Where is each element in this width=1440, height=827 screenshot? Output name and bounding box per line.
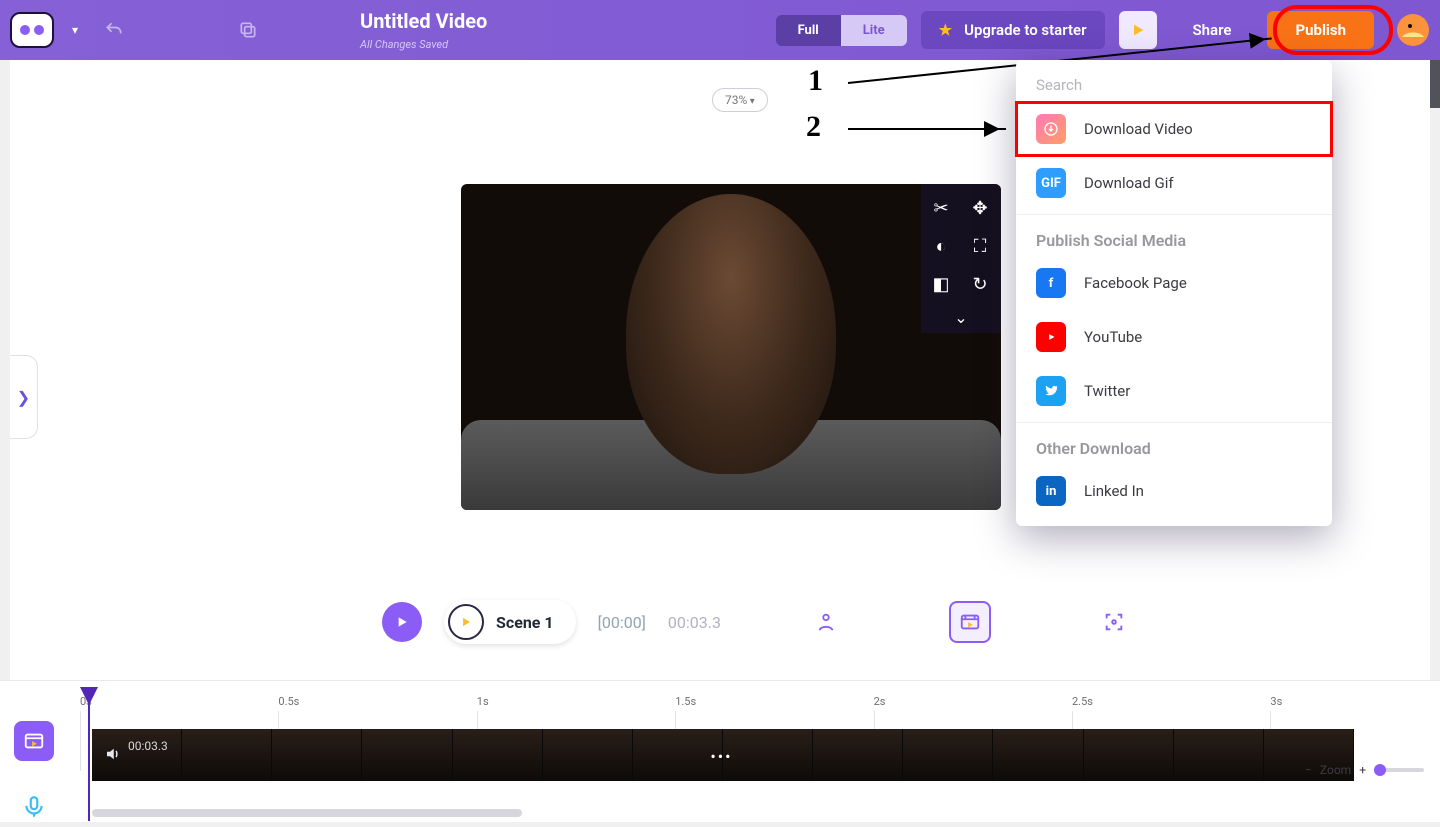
zoom-out[interactable]: − bbox=[1305, 763, 1312, 777]
download-icon bbox=[1036, 114, 1066, 144]
timeline: 0s 0.5s 1s 1.5s 2s 2.5s 3s 00:03.3 ••• −… bbox=[0, 680, 1440, 822]
menu-item-label: YouTube bbox=[1084, 328, 1142, 346]
section-social: Publish Social Media bbox=[1016, 219, 1332, 256]
chevron-down-icon[interactable]: ⌄ bbox=[927, 308, 995, 327]
twitter-icon bbox=[1036, 376, 1066, 406]
person-icon[interactable] bbox=[805, 601, 847, 643]
timeline-ruler[interactable]: 0s 0.5s 1s 1.5s 2s 2.5s 3s bbox=[80, 695, 1360, 713]
brand-logo[interactable] bbox=[10, 12, 54, 48]
menu-item-label: Download Video bbox=[1084, 120, 1193, 138]
zoom-label: Zoom bbox=[1320, 763, 1351, 777]
gif-icon: GIF bbox=[1036, 168, 1066, 198]
menu-item-label: Download Gif bbox=[1084, 174, 1174, 192]
publish-menu: Search Download Video GIF Download Gif P… bbox=[1016, 60, 1332, 526]
zoom-in[interactable]: + bbox=[1359, 763, 1366, 777]
star-icon: ★ bbox=[939, 21, 952, 39]
clip-duration: 00:03.3 bbox=[128, 739, 168, 753]
video-tool-panel: ✂ ✥ ◐ ⛶ ◧ ↻ ⌄ bbox=[921, 184, 1001, 333]
speaker-icon[interactable] bbox=[104, 745, 122, 767]
scene-duration: 00:03.3 bbox=[668, 613, 721, 632]
project-title[interactable]: Untitled Video bbox=[360, 9, 487, 33]
annotation-1: 1 bbox=[808, 64, 823, 98]
scene-bar: Scene 1 [00:00] 00:03.3 bbox=[10, 586, 1430, 658]
half-icon[interactable]: ◧ bbox=[927, 270, 955, 298]
menu-facebook[interactable]: f Facebook Page bbox=[1016, 256, 1332, 310]
redo-icon[interactable]: ↻ bbox=[966, 270, 994, 298]
zoom-dropdown[interactable]: 73% bbox=[712, 88, 768, 112]
timeline-video-track-icon[interactable] bbox=[14, 721, 54, 761]
menu-item-label: Twitter bbox=[1084, 382, 1130, 400]
save-status: All Changes Saved bbox=[360, 38, 448, 51]
tick: 1s bbox=[477, 695, 489, 708]
menu-download-video[interactable]: Download Video bbox=[1016, 102, 1332, 156]
chevron-down-icon[interactable]: ▾ bbox=[68, 23, 82, 37]
timeline-audio-track-icon[interactable] bbox=[14, 787, 54, 827]
video-clip[interactable]: 00:03.3 ••• bbox=[92, 729, 1354, 781]
menu-item-label: Linked In bbox=[1084, 482, 1144, 500]
preview-play-button[interactable] bbox=[1119, 11, 1157, 49]
playhead-line bbox=[88, 701, 90, 821]
cut-icon[interactable]: ✂ bbox=[927, 194, 955, 222]
scene-label: Scene 1 bbox=[496, 613, 554, 632]
upgrade-button[interactable]: ★ Upgrade to starter bbox=[921, 11, 1105, 49]
separator bbox=[1016, 214, 1332, 215]
publish-button[interactable]: Publish bbox=[1267, 11, 1374, 49]
undo-icon[interactable] bbox=[96, 12, 132, 48]
facebook-icon: f bbox=[1036, 268, 1066, 298]
linkedin-icon: in bbox=[1036, 476, 1066, 506]
user-avatar[interactable] bbox=[1396, 13, 1430, 47]
separator bbox=[1016, 422, 1332, 423]
tick: 3s bbox=[1270, 695, 1282, 708]
annotation-arrow-2 bbox=[848, 128, 1006, 130]
annotation-2: 2 bbox=[806, 110, 821, 144]
menu-twitter[interactable]: Twitter bbox=[1016, 364, 1332, 418]
section-other: Other Download bbox=[1016, 427, 1332, 464]
focus-icon[interactable] bbox=[1093, 601, 1135, 643]
zoom-slider[interactable] bbox=[1374, 768, 1424, 772]
video-preview[interactable]: ✂ ✥ ◐ ⛶ ◧ ↻ ⌄ bbox=[461, 184, 1001, 510]
toggle-lite[interactable]: Lite bbox=[841, 15, 907, 46]
menu-linkedin[interactable]: in Linked In bbox=[1016, 464, 1332, 518]
tick: 2s bbox=[874, 695, 886, 708]
menu-youtube[interactable]: YouTube bbox=[1016, 310, 1332, 364]
youtube-icon bbox=[1036, 322, 1066, 352]
tick: 1.5s bbox=[675, 695, 696, 708]
expand-side-panel[interactable]: ❯ bbox=[10, 355, 38, 439]
project-title-block: Untitled Video All Changes Saved bbox=[360, 9, 487, 52]
copy-icon[interactable] bbox=[230, 12, 266, 48]
scene-play-button[interactable] bbox=[448, 604, 484, 640]
scene-start-time: [00:00] bbox=[598, 613, 646, 632]
app-header: ▾ Untitled Video All Changes Saved Full … bbox=[0, 0, 1440, 60]
play-all-button[interactable] bbox=[382, 602, 422, 642]
more-icon[interactable]: ••• bbox=[710, 747, 732, 766]
timeline-scrollbar[interactable] bbox=[92, 809, 522, 817]
tick: 2.5s bbox=[1072, 695, 1093, 708]
timeline-zoom: − Zoom + bbox=[1305, 763, 1424, 777]
move-icon[interactable]: ✥ bbox=[966, 194, 994, 222]
edition-toggle[interactable]: Full Lite bbox=[776, 15, 907, 46]
contrast-icon[interactable]: ◐ bbox=[927, 232, 955, 260]
publish-search[interactable]: Search bbox=[1016, 76, 1332, 102]
menu-item-label: Facebook Page bbox=[1084, 274, 1187, 292]
film-icon[interactable] bbox=[949, 601, 991, 643]
fit-icon[interactable]: ⛶ bbox=[966, 232, 994, 260]
upgrade-label: Upgrade to starter bbox=[964, 21, 1086, 39]
menu-download-gif[interactable]: GIF Download Gif bbox=[1016, 156, 1332, 210]
scene-chip[interactable]: Scene 1 bbox=[444, 600, 576, 644]
tick: 0.5s bbox=[278, 695, 299, 708]
toggle-full[interactable]: Full bbox=[776, 15, 841, 46]
